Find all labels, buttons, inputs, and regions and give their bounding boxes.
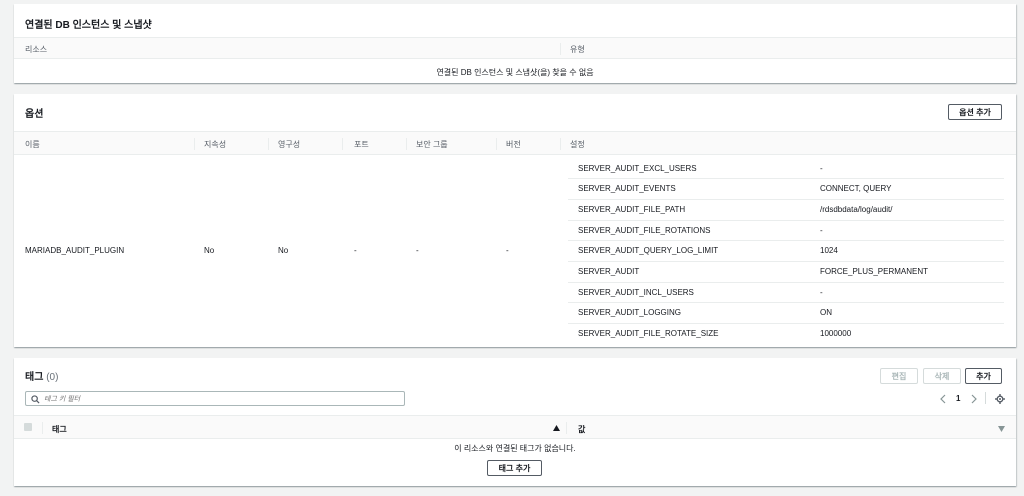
options-title: 옵션 — [25, 109, 44, 120]
setting-key: SERVER_AUDIT_FILE_PATH — [578, 205, 686, 214]
pagination-divider — [985, 392, 986, 404]
connected-resources-panel: 연결된 DB 인스턴스 및 스냅샷 리소스 유형 연결된 DB 인스턴스 및 스… — [14, 4, 1016, 83]
column-divider — [268, 138, 269, 150]
option-permanent: No — [278, 246, 289, 255]
edit-tags-button[interactable]: 편집 — [880, 368, 918, 384]
tags-panel: 태그 (0) 편집 삭제 추가 1 태그 — [14, 358, 1016, 486]
setting-divider — [568, 240, 1004, 241]
delete-tags-button[interactable]: 삭제 — [923, 368, 961, 384]
setting-divider — [568, 220, 1004, 221]
setting-divider — [568, 261, 1004, 262]
col-type: 유형 — [570, 45, 585, 54]
add-tags-button[interactable]: 추가 — [965, 368, 1002, 384]
tags-empty-message: 이 리소스와 연결된 태그가 없습니다. — [454, 444, 576, 453]
col-version: 버전 — [506, 140, 521, 149]
setting-key: SERVER_AUDIT_INCL_USERS — [578, 288, 694, 297]
option-version: - — [506, 246, 509, 255]
col-resource: 리소스 — [25, 45, 48, 54]
select-all-checkbox[interactable] — [24, 423, 32, 431]
sort-ascending-icon[interactable] — [553, 425, 560, 431]
tag-filter-input[interactable] — [44, 394, 404, 404]
option-security-group: - — [416, 246, 419, 255]
tags-title: 태그 (0) — [25, 368, 58, 383]
setting-key: SERVER_AUDIT_QUERY_LOG_LIMIT — [578, 246, 719, 255]
col-value[interactable]: 값 — [578, 424, 585, 435]
option-port: - — [354, 246, 357, 255]
option-name: MARIADB_AUDIT_PLUGIN — [25, 246, 125, 255]
col-name: 이름 — [25, 140, 40, 149]
setting-key: SERVER_AUDIT_FILE_ROTATE_SIZE — [578, 329, 719, 338]
connected-resources-empty: 연결된 DB 인스턴스 및 스냅샷(을) 찾을 수 없음 — [436, 68, 594, 77]
add-tag-button[interactable]: 태그 추가 — [487, 460, 542, 476]
setting-value: /rdsdbdata/log/audit/ — [820, 205, 893, 214]
column-divider — [406, 138, 407, 150]
sort-icon[interactable] — [998, 426, 1005, 432]
setting-divider — [568, 178, 1004, 179]
col-permanent: 영구성 — [278, 140, 301, 149]
col-security-group: 보안 그룹 — [416, 140, 448, 149]
column-divider — [194, 138, 195, 150]
column-divider — [496, 138, 497, 150]
option-persistent: No — [204, 246, 215, 255]
column-divider — [560, 43, 561, 55]
connected-resources-header: 리소스 유형 — [14, 37, 1016, 59]
setting-divider — [568, 323, 1004, 324]
options-panel: 옵션 옵션 추가 이름 지속성 영구성 포트 보안 그룹 버전 설정 MARIA… — [14, 94, 1016, 347]
column-divider — [566, 422, 567, 434]
setting-divider — [568, 302, 1004, 303]
setting-value: 1024 — [820, 246, 838, 255]
setting-value: - — [820, 226, 823, 235]
setting-value: ON — [820, 308, 832, 317]
setting-value: FORCE_PLUS_PERMANENT — [820, 267, 929, 276]
chevron-left-icon[interactable] — [939, 394, 947, 404]
chevron-right-icon[interactable] — [970, 394, 978, 404]
tags-count: (0) — [46, 372, 59, 383]
tags-table-header: 태그 값 — [14, 415, 1016, 439]
setting-divider — [568, 282, 1004, 283]
setting-key: SERVER_AUDIT_EVENTS — [578, 184, 676, 193]
column-divider — [560, 138, 561, 150]
column-divider — [42, 422, 43, 434]
col-tag[interactable]: 태그 — [52, 424, 67, 435]
setting-key: SERVER_AUDIT_LOGGING — [578, 308, 681, 317]
setting-key: SERVER_AUDIT_FILE_ROTATIONS — [578, 226, 711, 235]
search-icon — [31, 395, 40, 404]
setting-value: CONNECT, QUERY — [820, 184, 892, 193]
col-persistent: 지속성 — [204, 140, 227, 149]
options-header: 이름 지속성 영구성 포트 보안 그룹 버전 설정 — [14, 131, 1016, 155]
gear-icon[interactable] — [995, 394, 1005, 404]
page-number[interactable]: 1 — [956, 394, 960, 403]
col-settings: 설정 — [570, 140, 585, 149]
setting-divider — [568, 199, 1004, 200]
col-port: 포트 — [354, 140, 369, 149]
tags-title-text: 태그 — [25, 372, 44, 383]
setting-value: - — [820, 164, 823, 173]
add-option-button[interactable]: 옵션 추가 — [948, 104, 1002, 120]
setting-key: SERVER_AUDIT_EXCL_USERS — [578, 164, 697, 173]
setting-value: 1000000 — [820, 329, 852, 338]
tag-filter-search — [25, 391, 405, 406]
connected-resources-title: 연결된 DB 인스턴스 및 스냅샷 — [25, 20, 152, 31]
setting-value: - — [820, 288, 823, 297]
setting-key: SERVER_AUDIT — [578, 267, 640, 276]
column-divider — [342, 138, 343, 150]
